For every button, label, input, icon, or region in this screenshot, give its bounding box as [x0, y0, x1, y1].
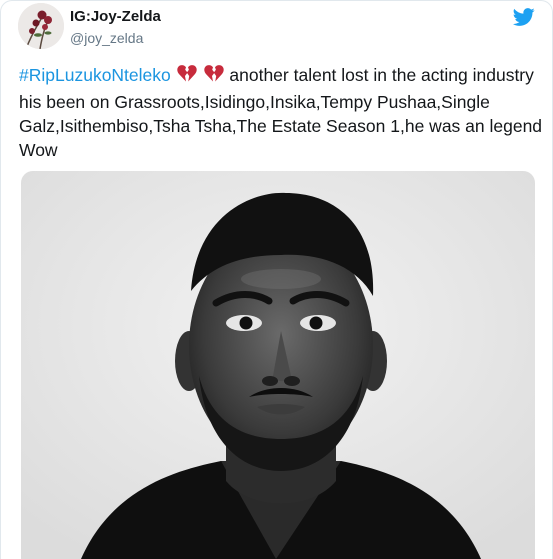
tweet-card[interactable]: IG:Joy-Zelda @joy_zelda #RipLuzukoNtelek… [0, 0, 553, 559]
broken-heart-emoji [203, 64, 225, 90]
hashtag-link[interactable]: #RipLuzukoNteleko [19, 65, 171, 85]
twitter-bird-icon[interactable] [511, 6, 537, 28]
display-name[interactable]: IG:Joy-Zelda [70, 8, 161, 25]
user-handle[interactable]: @joy_zelda [70, 30, 143, 46]
broken-heart-emoji [176, 64, 198, 90]
avatar-image [18, 3, 64, 49]
tweet-text: #RipLuzukoNteleko another talent lost in… [19, 63, 544, 162]
portrait-photo [21, 171, 535, 559]
avatar[interactable] [18, 3, 64, 49]
tweet-photo[interactable] [21, 171, 535, 559]
